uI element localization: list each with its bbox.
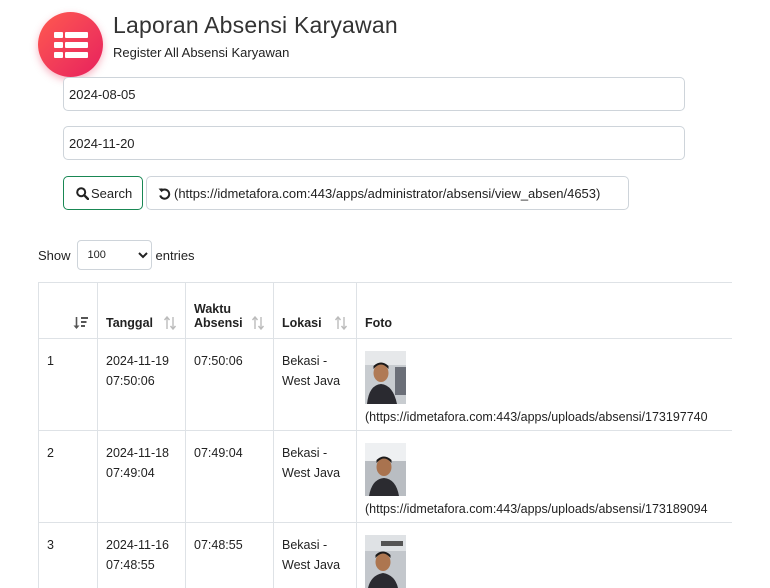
page: Laporan Absensi Karyawan Register All Ab… (0, 0, 770, 588)
date-to-input[interactable] (63, 126, 685, 160)
sort-icon (251, 316, 265, 330)
cell-tanggal: 2024-11-19 07:50:06 (98, 339, 186, 431)
table-row: 3 2024-11-16 07:48:55 07:48:55 Bekasi - … (38, 523, 732, 588)
cell-no: 2 (38, 431, 98, 523)
table-list-icon (38, 12, 103, 77)
cell-tanggal: 2024-11-18 07:49:04 (98, 431, 186, 523)
column-header-no[interactable] (38, 282, 98, 339)
attendance-photo[interactable] (365, 351, 406, 404)
entries-show-label: Show (38, 247, 71, 263)
column-header-foto: Foto (357, 282, 732, 339)
cell-lokasi: Bekasi - West Java (274, 431, 357, 523)
sort-icon (163, 316, 177, 330)
undo-icon (158, 187, 171, 200)
reset-button-label: (https://idmetafora.com:443/apps/adminis… (174, 185, 601, 201)
cell-lokasi: Bekasi - West Java (274, 523, 357, 588)
search-button-label: Search (91, 185, 133, 201)
table-row: 1 2024-11-19 07:50:06 07:50:06 Bekasi - … (38, 339, 732, 431)
cell-no: 1 (38, 339, 98, 431)
sort-desc-icon (73, 317, 88, 329)
column-header-lokasi[interactable]: Lokasi (274, 282, 357, 339)
cell-waktu: 07:48:55 (186, 523, 274, 588)
attendance-table-container: Tanggal Waktu Absensi Lokasi Foto 1 2024… (38, 282, 732, 588)
cell-tanggal: 2024-11-16 07:48:55 (98, 523, 186, 588)
cell-foto (357, 523, 732, 588)
entries-length-control: Show 100 entries (38, 240, 195, 270)
table-header-row: Tanggal Waktu Absensi Lokasi Foto (38, 282, 732, 339)
search-button[interactable]: Search (63, 176, 143, 210)
column-header-waktu[interactable]: Waktu Absensi (186, 282, 274, 339)
table-row: 2 2024-11-18 07:49:04 07:49:04 Bekasi - … (38, 431, 732, 523)
column-header-label: Lokasi (282, 316, 322, 330)
cell-foto: (https://idmetafora.com:443/apps/uploads… (357, 339, 732, 431)
column-header-label: Foto (365, 316, 393, 330)
cell-foto: (https://idmetafora.com:443/apps/uploads… (357, 431, 732, 523)
page-subtitle: Register All Absensi Karyawan (113, 45, 290, 60)
attendance-table: Tanggal Waktu Absensi Lokasi Foto 1 2024… (38, 282, 732, 588)
cell-no: 3 (38, 523, 98, 588)
column-header-tanggal[interactable]: Tanggal (98, 282, 186, 339)
cell-waktu: 07:50:06 (186, 339, 274, 431)
entries-suffix-label: entries (155, 247, 195, 263)
photo-link[interactable]: (https://idmetafora.com:443/apps/uploads… (365, 500, 732, 518)
sort-icon (334, 316, 348, 330)
attendance-photo[interactable] (365, 535, 406, 588)
column-header-label: Tanggal (106, 316, 153, 330)
attendance-photo[interactable] (365, 443, 406, 496)
search-icon (76, 186, 89, 200)
photo-link[interactable]: (https://idmetafora.com:443/apps/uploads… (365, 408, 732, 426)
date-from-input[interactable] (63, 77, 685, 111)
cell-lokasi: Bekasi - West Java (274, 339, 357, 431)
column-header-label: Waktu Absensi (194, 302, 243, 330)
entries-select[interactable]: 100 (76, 240, 152, 270)
cell-waktu: 07:49:04 (186, 431, 274, 523)
page-title: Laporan Absensi Karyawan (113, 12, 398, 38)
reset-button[interactable]: (https://idmetafora.com:443/apps/adminis… (146, 176, 629, 210)
